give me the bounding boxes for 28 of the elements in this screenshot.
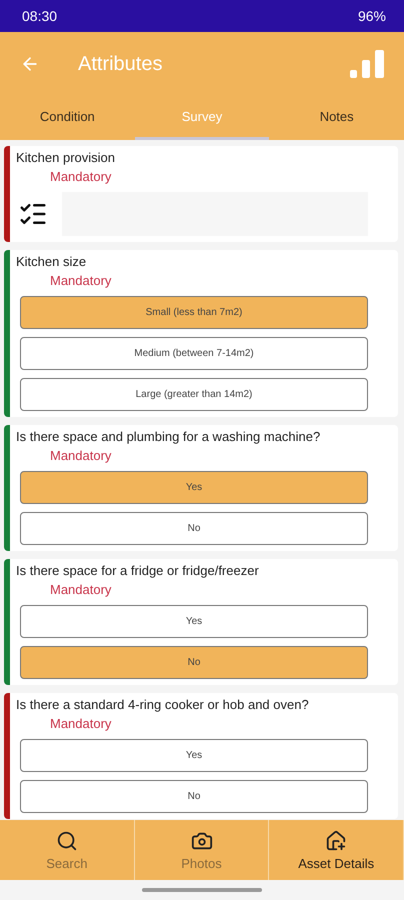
option-button[interactable]: No bbox=[20, 780, 368, 813]
house-icon bbox=[325, 830, 348, 852]
question-text: Is there a standard 4-ring cooker or hob and oven? bbox=[16, 697, 310, 712]
home-indicator[interactable] bbox=[142, 888, 262, 892]
status-time: 08:30 bbox=[22, 8, 58, 24]
option-button[interactable]: Yes bbox=[20, 605, 368, 638]
bar-chart-icon[interactable] bbox=[350, 50, 384, 78]
tab[interactable]: Condition bbox=[0, 96, 135, 140]
option-button[interactable]: Yes bbox=[20, 739, 368, 772]
mandatory-label: Mandatory bbox=[50, 716, 112, 731]
option-button[interactable]: Medium (between 7-14m2) bbox=[20, 337, 368, 370]
option-button[interactable]: Yes bbox=[20, 471, 368, 504]
mandatory-label: Mandatory bbox=[50, 273, 112, 288]
tab[interactable]: Notes bbox=[269, 96, 404, 140]
question-text: Kitchen provision bbox=[16, 150, 116, 165]
option-button[interactable]: Small (less than 7m2) bbox=[20, 296, 368, 329]
page-title: Attributes bbox=[78, 52, 164, 76]
question-text: Kitchen size bbox=[16, 254, 88, 269]
status-battery: 96% bbox=[358, 8, 386, 24]
option-button[interactable]: Large (greater than 14m2) bbox=[20, 378, 368, 411]
question-text: Is there space for a fridge or fridge/freezer bbox=[16, 563, 260, 578]
mandatory-label: Mandatory bbox=[50, 582, 112, 597]
option-button[interactable]: No bbox=[20, 646, 368, 679]
option-button[interactable]: No bbox=[20, 512, 368, 545]
mandatory-label: Mandatory bbox=[50, 448, 112, 463]
search-icon bbox=[56, 830, 78, 852]
mandatory-label: Mandatory bbox=[50, 169, 112, 184]
question-text: Is there space and plumbing for a washing machine? bbox=[16, 429, 322, 444]
